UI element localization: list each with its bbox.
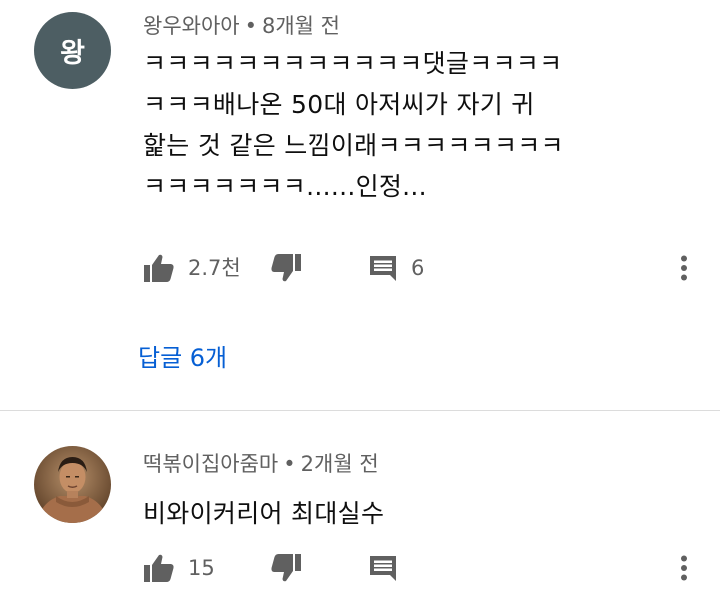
thumbs-down-icon	[271, 254, 301, 282]
more-vertical-icon	[681, 555, 687, 581]
meta-separator: •	[244, 14, 257, 38]
comment-actions: 2.7천 6	[0, 248, 720, 288]
comment-text: ㅋㅋㅋㅋㅋㅋㅋㅋㅋㅋㅋㅋ댓글ㅋㅋㅋㅋ ㅋㅋㅋ배나온 50대 아저씨가 자기 귀 …	[143, 49, 564, 201]
comment-text: 비와이커리어 최대실수	[143, 499, 385, 528]
thumbs-up-icon	[144, 254, 174, 282]
meta-separator: •	[283, 452, 296, 476]
comment-icon	[370, 556, 396, 581]
like-button[interactable]	[143, 548, 175, 588]
avatar[interactable]	[34, 446, 111, 523]
comment-thread: 왕 왕우와아아 • 8개월 전 ㅋㅋㅋㅋㅋㅋㅋㅋㅋㅋㅋㅋ댓글ㅋㅋㅋㅋ ㅋㅋㅋ배나온 …	[0, 0, 720, 410]
comment-header: 떡볶이집아줌마 • 2개월 전	[143, 448, 379, 478]
view-replies-link[interactable]: 답글 6개	[138, 340, 227, 376]
reply-button[interactable]	[368, 248, 398, 288]
avatar-photo	[34, 446, 111, 523]
avatar-letter: 왕	[60, 38, 85, 69]
comment-icon	[370, 256, 396, 281]
more-options-button[interactable]	[672, 548, 696, 588]
dislike-button[interactable]	[270, 548, 302, 588]
comment-time[interactable]: 2개월 전	[301, 452, 379, 476]
avatar[interactable]: 왕	[34, 12, 111, 89]
author-name[interactable]: 떡볶이집아줌마	[143, 452, 278, 476]
thumbs-down-icon	[271, 554, 301, 582]
reply-count: 6	[411, 256, 425, 280]
comment-thread: 떡볶이집아줌마 • 2개월 전 비와이커리어 최대실수 15	[0, 411, 720, 595]
more-options-button[interactable]	[672, 248, 696, 288]
comment-time[interactable]: 8개월 전	[262, 14, 340, 38]
comment-actions: 15	[0, 548, 720, 588]
author-name[interactable]: 왕우와아아	[143, 14, 240, 38]
like-count: 2.7천	[188, 256, 241, 280]
thumbs-up-icon	[144, 554, 174, 582]
comment-header: 왕우와아아 • 8개월 전	[143, 10, 340, 40]
more-vertical-icon	[681, 255, 687, 281]
reply-button[interactable]	[368, 548, 398, 588]
dislike-button[interactable]	[270, 248, 302, 288]
like-button[interactable]	[143, 248, 175, 288]
like-count: 15	[188, 556, 215, 580]
